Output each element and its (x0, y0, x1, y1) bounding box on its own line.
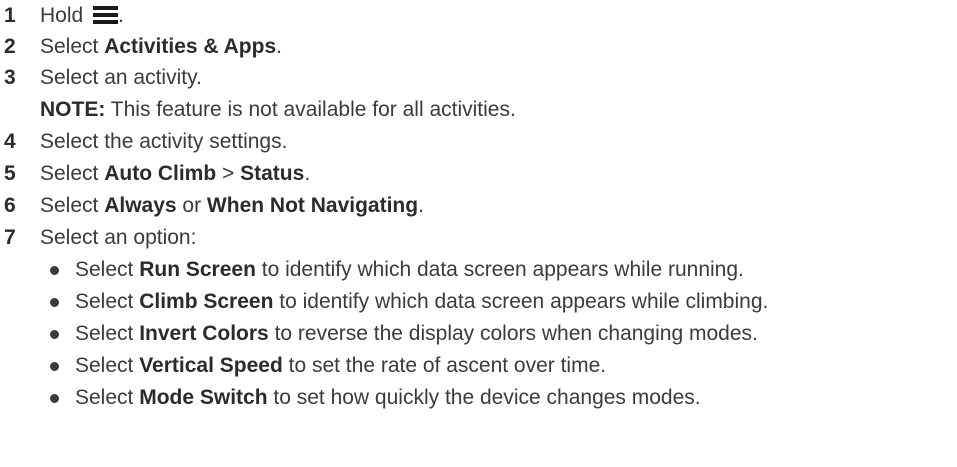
option-label: Vertical Speed (139, 354, 283, 377)
step-number: 6 (4, 194, 16, 217)
option-label: Run Screen (139, 258, 256, 281)
step-number: 4 (4, 130, 16, 153)
menu-item-status: Status (240, 162, 305, 185)
step-text-mid: or (176, 194, 207, 217)
step-number: 5 (4, 162, 16, 185)
option-text-post: to identify which data screen appears wh… (273, 290, 769, 313)
step-text: Select Always or When Not Navigating. (40, 191, 424, 221)
option-text: Select Mode Switch to set how quickly th… (75, 383, 701, 413)
bullet-icon (50, 330, 59, 339)
option-text: Select Vertical Speed to set the rate of… (75, 351, 606, 381)
step-text: Select an option: (40, 226, 197, 249)
option-label: Mode Switch (139, 386, 268, 409)
step-number: 2 (4, 35, 16, 58)
step-text: Select an activity. (40, 66, 202, 89)
option-label: Invert Colors (139, 322, 269, 345)
step-text: Select Auto Climb > Status. (40, 159, 310, 189)
step-text-post: . (118, 4, 124, 27)
bullet-icon (50, 394, 59, 403)
step-number: 7 (4, 226, 16, 249)
step-text-post: . (304, 162, 311, 185)
step-text-pre: Select (40, 35, 105, 58)
option-text-pre: Select (75, 354, 140, 377)
option-always: Always (104, 194, 177, 217)
step-number: 3 (4, 66, 16, 89)
option-text-pre: Select (75, 386, 140, 409)
bullet-icon (50, 362, 59, 371)
step-text-pre: Select (40, 194, 105, 217)
step-text: Select Activities & Apps. (40, 32, 282, 62)
option-text: Select Invert Colors to reverse the disp… (75, 319, 758, 349)
note: NOTE: This feature is not available for … (40, 95, 516, 125)
step-text-post: . (276, 35, 282, 58)
option-text-pre: Select (75, 290, 140, 313)
menu-item-activities-apps: Activities & Apps (104, 35, 277, 58)
option-text: Select Run Screen to identify which data… (75, 255, 744, 285)
step-text-post: . (418, 194, 424, 217)
option-when-not-navigating: When Not Navigating (206, 194, 419, 217)
step-number: 1 (4, 4, 16, 27)
option-text-pre: Select (75, 322, 140, 345)
instruction-document: 1 Hold . 2 Select Activities & Apps. 3 S… (0, 0, 957, 467)
option-label: Climb Screen (139, 290, 274, 313)
step-text: Select the activity settings. (40, 130, 288, 153)
note-text: This feature is not available for all ac… (105, 98, 516, 121)
step-text-mid: > (216, 162, 241, 185)
step-text-pre: Hold (40, 4, 90, 27)
bullet-icon (50, 266, 59, 275)
menu-icon (93, 6, 119, 24)
step-text-pre: Select (40, 162, 105, 185)
option-text-post: to set the rate of ascent over time. (282, 354, 607, 377)
bullet-icon (50, 298, 59, 307)
option-text-post: to set how quickly the device changes mo… (267, 386, 701, 409)
option-text-pre: Select (75, 258, 140, 281)
step-text: Hold . (40, 1, 124, 31)
option-text-post: to reverse the display colors when chang… (268, 322, 758, 345)
option-text: Select Climb Screen to identify which da… (75, 287, 768, 317)
menu-item-auto-climb: Auto Climb (104, 162, 217, 185)
option-text-post: to identify which data screen appears wh… (255, 258, 744, 281)
note-label: NOTE: (40, 98, 106, 121)
